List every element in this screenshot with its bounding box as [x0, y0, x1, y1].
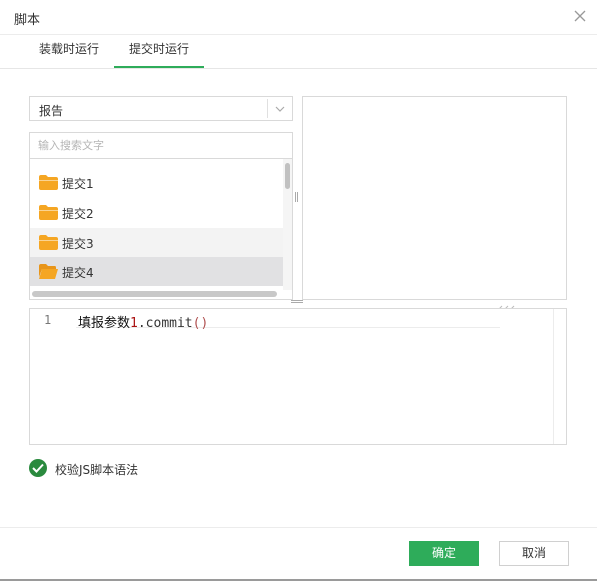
folder-icon — [39, 205, 58, 220]
dialog-header: 脚本 — [0, 0, 597, 35]
list-item[interactable]: 提交4 — [30, 257, 284, 286]
dialog-title: 脚本 — [14, 13, 41, 28]
list-item-label: 提交3 — [62, 237, 94, 251]
script-tree-list: 提交1 提交2 提交3 提交4 — [29, 159, 293, 300]
list-item-label: 提交2 — [62, 207, 94, 221]
cancel-button[interactable]: 取消 — [499, 541, 569, 566]
list-item-label: 提交1 — [62, 177, 94, 191]
category-select[interactable]: 报告 — [29, 96, 293, 121]
list-item[interactable]: 提交2 — [30, 198, 284, 227]
list-item[interactable]: 提交1 — [30, 168, 284, 197]
list-item[interactable]: 提交3 — [30, 228, 284, 257]
code-line[interactable]: 填报参数1.commit() — [78, 312, 208, 331]
search-box — [29, 132, 293, 159]
tab-bar: 装载时运行 提交时运行 — [0, 35, 597, 69]
vertical-scrollbar[interactable] — [283, 159, 292, 290]
folder-open-icon — [39, 264, 58, 279]
code-method: .commit — [137, 316, 193, 331]
validate-js-label: 校验JS脚本语法 — [55, 463, 139, 477]
search-input[interactable] — [38, 134, 278, 157]
ok-button[interactable]: 确定 — [409, 541, 479, 566]
list-item-label: 提交4 — [62, 266, 94, 280]
category-select-value: 报告 — [39, 104, 64, 118]
tab-on-submit[interactable]: 提交时运行 — [114, 35, 204, 68]
code-param-index: 1 — [130, 316, 138, 331]
editor-right-margin — [553, 309, 554, 444]
horizontal-splitter-handle[interactable] — [291, 300, 303, 305]
select-divider — [267, 99, 268, 118]
check-circle-icon[interactable] — [29, 459, 47, 477]
chevron-down-icon[interactable] — [274, 103, 286, 115]
line-number: 1 — [44, 313, 52, 327]
code-param-name: 填报参数 — [78, 316, 131, 331]
code-parens: () — [192, 316, 209, 331]
tab-on-load[interactable]: 装载时运行 — [26, 35, 112, 66]
dialog-footer: 确定 取消 — [0, 527, 597, 581]
folder-icon — [39, 175, 58, 190]
line-gutter: 1 — [30, 309, 66, 444]
vertical-scroll-thumb[interactable] — [285, 163, 290, 189]
folder-icon — [39, 235, 58, 250]
horizontal-scroll-thumb[interactable] — [32, 291, 277, 297]
code-editor[interactable]: 1 填报参数1.commit() — [29, 308, 567, 445]
preview-panel — [302, 96, 567, 300]
vertical-splitter-handle[interactable] — [295, 192, 299, 202]
close-icon[interactable] — [573, 9, 587, 23]
